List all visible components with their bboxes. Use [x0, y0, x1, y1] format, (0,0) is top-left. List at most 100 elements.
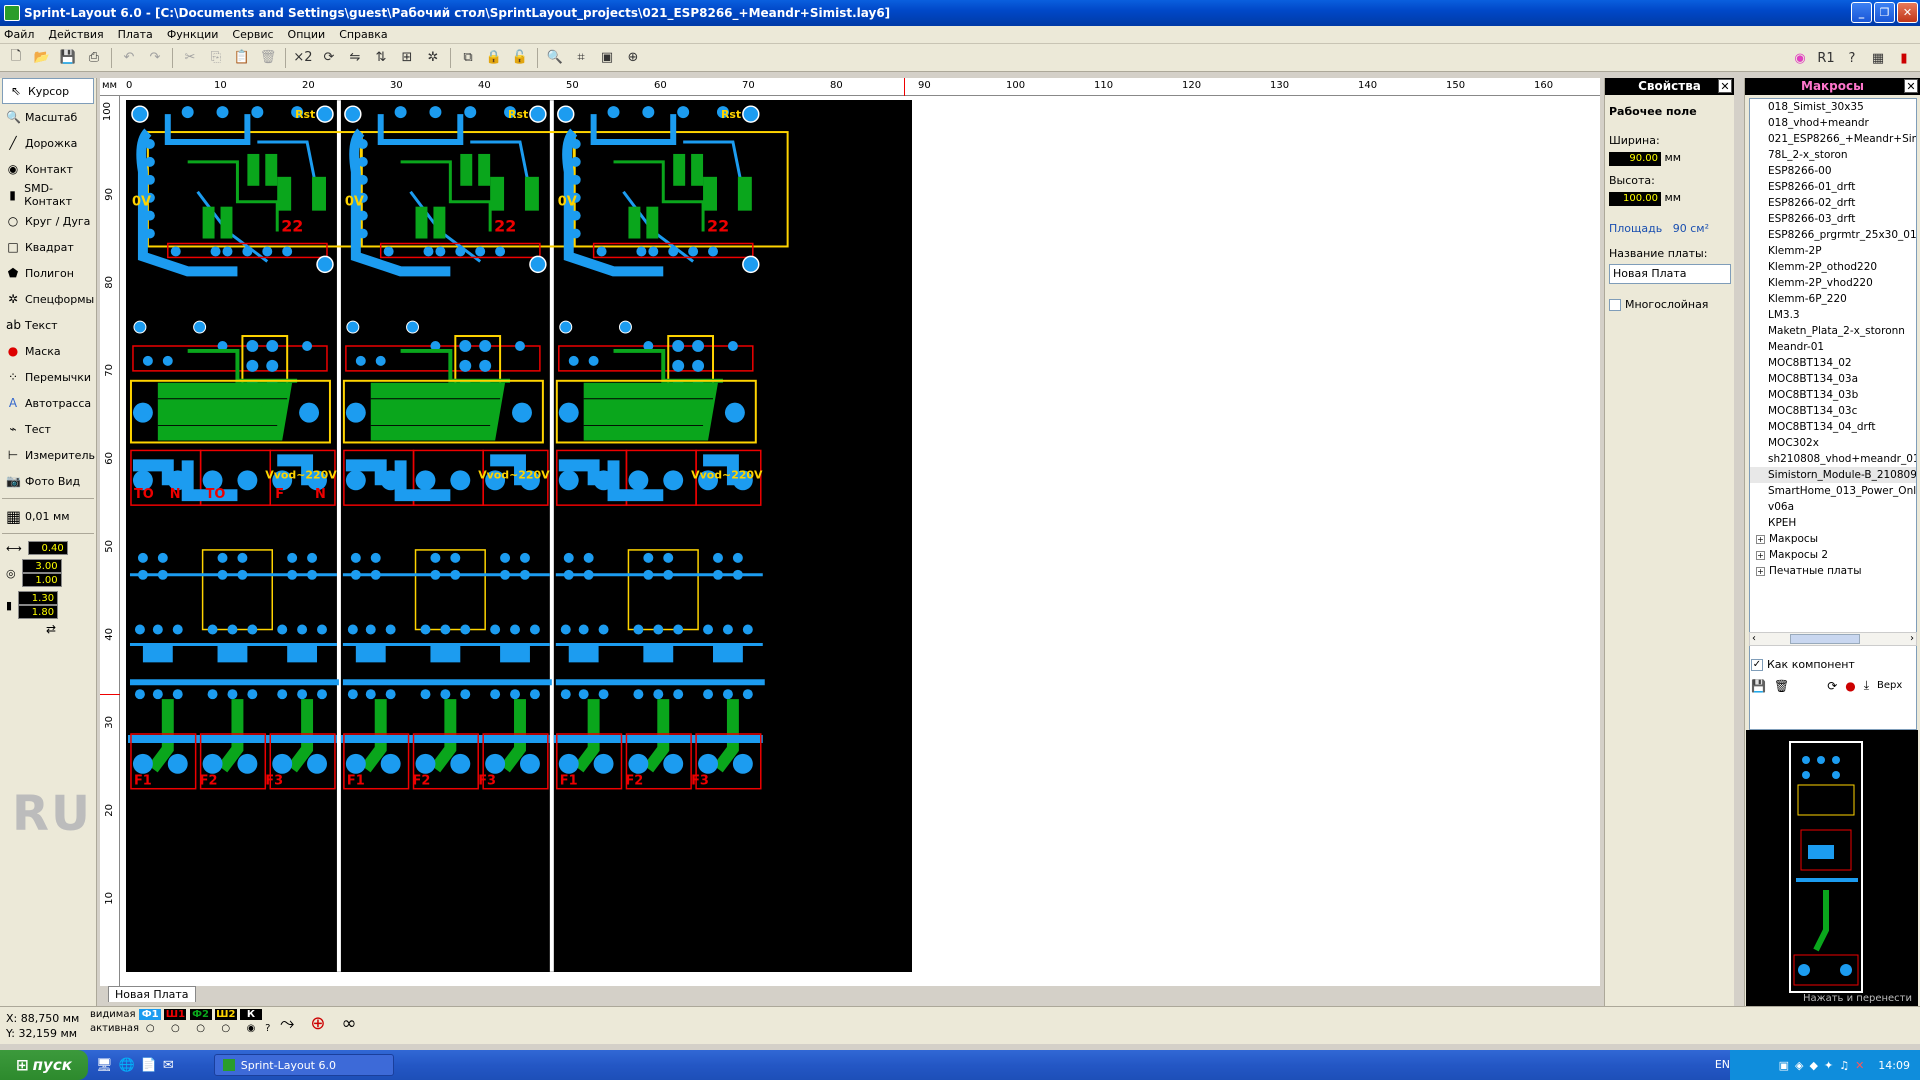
grid-selector[interactable]: ▦ 0,01 мм — [0, 503, 96, 529]
tray-icon[interactable]: ✕ — [1855, 1059, 1864, 1072]
undo-icon[interactable]: ↶ — [117, 46, 141, 70]
macro-item[interactable]: MOC8BT134_03a — [1750, 371, 1916, 387]
language-indicator[interactable]: EN — [1715, 1058, 1730, 1071]
top-side-icon[interactable]: ⤓ — [1864, 678, 1869, 693]
layer-f2[interactable]: Ф2 — [189, 1009, 212, 1020]
r1-icon[interactable]: R1 — [1814, 46, 1838, 70]
smd-width-field[interactable]: 1.30 — [18, 591, 59, 605]
layer-help[interactable]: ? — [265, 1023, 270, 1034]
tool-polygon[interactable]: ⬟ Полигон — [0, 260, 96, 286]
macro-item[interactable]: КРЕН — [1750, 515, 1916, 531]
menu-actions[interactable]: Действия — [48, 28, 103, 41]
macro-item[interactable]: SmartHome_013_Power_Only_ — [1750, 483, 1916, 499]
pad-outer-field[interactable]: 3.00 — [21, 559, 62, 573]
menu-functions[interactable]: Функции — [167, 28, 219, 41]
tool-jumper[interactable]: ⁘ Перемычки — [0, 364, 96, 390]
smd-height-field[interactable]: 1.80 — [18, 605, 59, 619]
crop-icon[interactable]: ⌗ — [569, 46, 593, 70]
board-name-input[interactable]: Новая Плата — [1609, 264, 1731, 284]
open-file-icon[interactable]: 📂 — [30, 46, 54, 70]
work-area[interactable]: 22 22 22 0V 0V 0V Vvod~220V Vvod~220V Vv… — [120, 96, 1600, 986]
layer-sh2[interactable]: Ш2 — [214, 1009, 237, 1020]
snap-icon[interactable]: ✲ — [421, 46, 445, 70]
zoom-search-icon[interactable]: 🔍 — [543, 46, 567, 70]
macro-folder[interactable]: + Макросы — [1750, 531, 1916, 547]
macro-item[interactable]: Simistorn_Module-B_210809 — [1750, 467, 1916, 483]
save-macro-icon[interactable]: 💾 — [1751, 679, 1766, 693]
delete-icon[interactable]: 🗑 — [256, 46, 280, 70]
pcb-panel[interactable] — [128, 106, 362, 789]
macro-folder[interactable]: + Макросы 2 — [1750, 547, 1916, 563]
macro-item[interactable]: Meandr-01 — [1750, 339, 1916, 355]
macro-folder[interactable]: + Печатные платы — [1750, 563, 1916, 579]
swap-icon[interactable]: ⇄ — [0, 622, 96, 636]
expand-icon[interactable]: + — [1756, 535, 1765, 544]
tray-icon[interactable]: ◆ — [1810, 1059, 1818, 1072]
delete-macro-icon[interactable]: 🗑 — [1774, 679, 1789, 693]
height-input[interactable]: 100.00 — [1609, 192, 1661, 206]
tool-circle[interactable]: ○ Круг / Дуга — [0, 208, 96, 234]
expand-icon[interactable]: + — [1756, 551, 1765, 560]
macro-item[interactable]: 018_Simist_30x35 — [1750, 99, 1916, 115]
help-icon[interactable]: ? — [1840, 46, 1864, 70]
macro-item[interactable]: sh210808_vhod+meandr_017_ — [1750, 451, 1916, 467]
macro-item[interactable]: Klemm-2P_othod220 — [1750, 259, 1916, 275]
board-icon[interactable]: ▣ — [595, 46, 619, 70]
macro-preview[interactable]: Нажать и перенести — [1746, 730, 1918, 1006]
mirror-v-icon[interactable]: ⇅ — [369, 46, 393, 70]
macro-item[interactable]: 018_vhod+meandr — [1750, 115, 1916, 131]
start-button[interactable]: ⊞ пуск — [0, 1050, 88, 1080]
scroll-right-icon[interactable]: › — [1910, 633, 1914, 644]
cut-icon[interactable]: ✂ — [178, 46, 202, 70]
crosshair-icon[interactable]: ⊕ — [310, 1013, 325, 1034]
macro-item[interactable]: LM3.3 — [1750, 307, 1916, 323]
tray-icon[interactable]: ◈ — [1795, 1059, 1803, 1072]
macro-hscrollbar[interactable]: ‹ › — [1749, 632, 1917, 646]
multilayer-checkbox[interactable] — [1609, 298, 1621, 311]
tool-autoroute[interactable]: A Автотрасса — [0, 390, 96, 416]
width-input[interactable]: 90.00 — [1609, 152, 1661, 166]
tool-track[interactable]: ╱ Дорожка — [0, 130, 96, 156]
macro-item[interactable]: MOC8BT134_02 — [1750, 355, 1916, 371]
macro-item[interactable]: ESP8266-00 — [1750, 163, 1916, 179]
pcb-panel[interactable] — [341, 106, 575, 789]
macro-item[interactable]: MOC8BT134_03c — [1750, 403, 1916, 419]
pcb-panel[interactable] — [554, 106, 788, 789]
copy-icon[interactable]: ⎘ — [204, 46, 228, 70]
marker-icon[interactable]: ▮ — [1892, 46, 1916, 70]
group-icon[interactable]: ⧉ — [456, 46, 480, 70]
quick-launch-icon[interactable]: 🖥 — [96, 1058, 113, 1073]
macro-item[interactable]: MOC8BT134_04_drft — [1750, 419, 1916, 435]
expand-icon[interactable]: + — [1756, 567, 1765, 576]
save-icon[interactable]: 💾 — [56, 46, 80, 70]
tool-test[interactable]: ⌁ Тест — [0, 416, 96, 442]
tray-icon[interactable]: ▣ — [1779, 1059, 1789, 1072]
active-radio-f2[interactable]: ○ — [190, 1023, 212, 1034]
route-icon[interactable]: ⤳ — [280, 1013, 294, 1034]
quick-launch-icon[interactable]: 📄 — [141, 1058, 157, 1073]
pad-inner-field[interactable]: 1.00 — [21, 573, 62, 587]
macro-item[interactable]: Klemm-2P — [1750, 243, 1916, 259]
drc-icon[interactable]: ⊕ — [621, 46, 645, 70]
active-radio-sh2[interactable]: ○ — [215, 1023, 237, 1034]
active-radio-k[interactable]: ◉ — [240, 1023, 262, 1034]
macro-item[interactable]: Maketn_Plata_2-x_storonn — [1750, 323, 1916, 339]
new-file-icon[interactable]: 🗋 — [4, 46, 28, 70]
tool-mask[interactable]: ● Маска — [0, 338, 96, 364]
scroll-left-icon[interactable]: ‹ — [1752, 633, 1756, 644]
close-button[interactable]: ✕ — [1897, 2, 1918, 23]
active-radio-sh1[interactable]: ○ — [164, 1023, 186, 1034]
track-width-field[interactable]: 0.40 — [27, 541, 68, 555]
layer-sh1[interactable]: Ш1 — [164, 1009, 187, 1020]
menu-options[interactable]: Опции — [288, 28, 326, 41]
tool-measure[interactable]: ⊢ Измеритель — [0, 442, 96, 468]
record-icon[interactable]: ● — [1845, 679, 1855, 693]
tray-icon[interactable]: ✦ — [1824, 1059, 1833, 1072]
component-icon[interactable]: ▦ — [1866, 46, 1890, 70]
macro-item[interactable]: ESP8266-02_drft — [1750, 195, 1916, 211]
rotate-macro-icon[interactable]: ⟳ — [1827, 679, 1837, 693]
macro-item[interactable]: Klemm-2P_vhod220 — [1750, 275, 1916, 291]
maximize-button[interactable]: ❐ — [1874, 2, 1895, 23]
tool-photo-view[interactable]: 📷 Фото Вид — [0, 468, 96, 494]
mirror-h-icon[interactable]: ⇋ — [343, 46, 367, 70]
